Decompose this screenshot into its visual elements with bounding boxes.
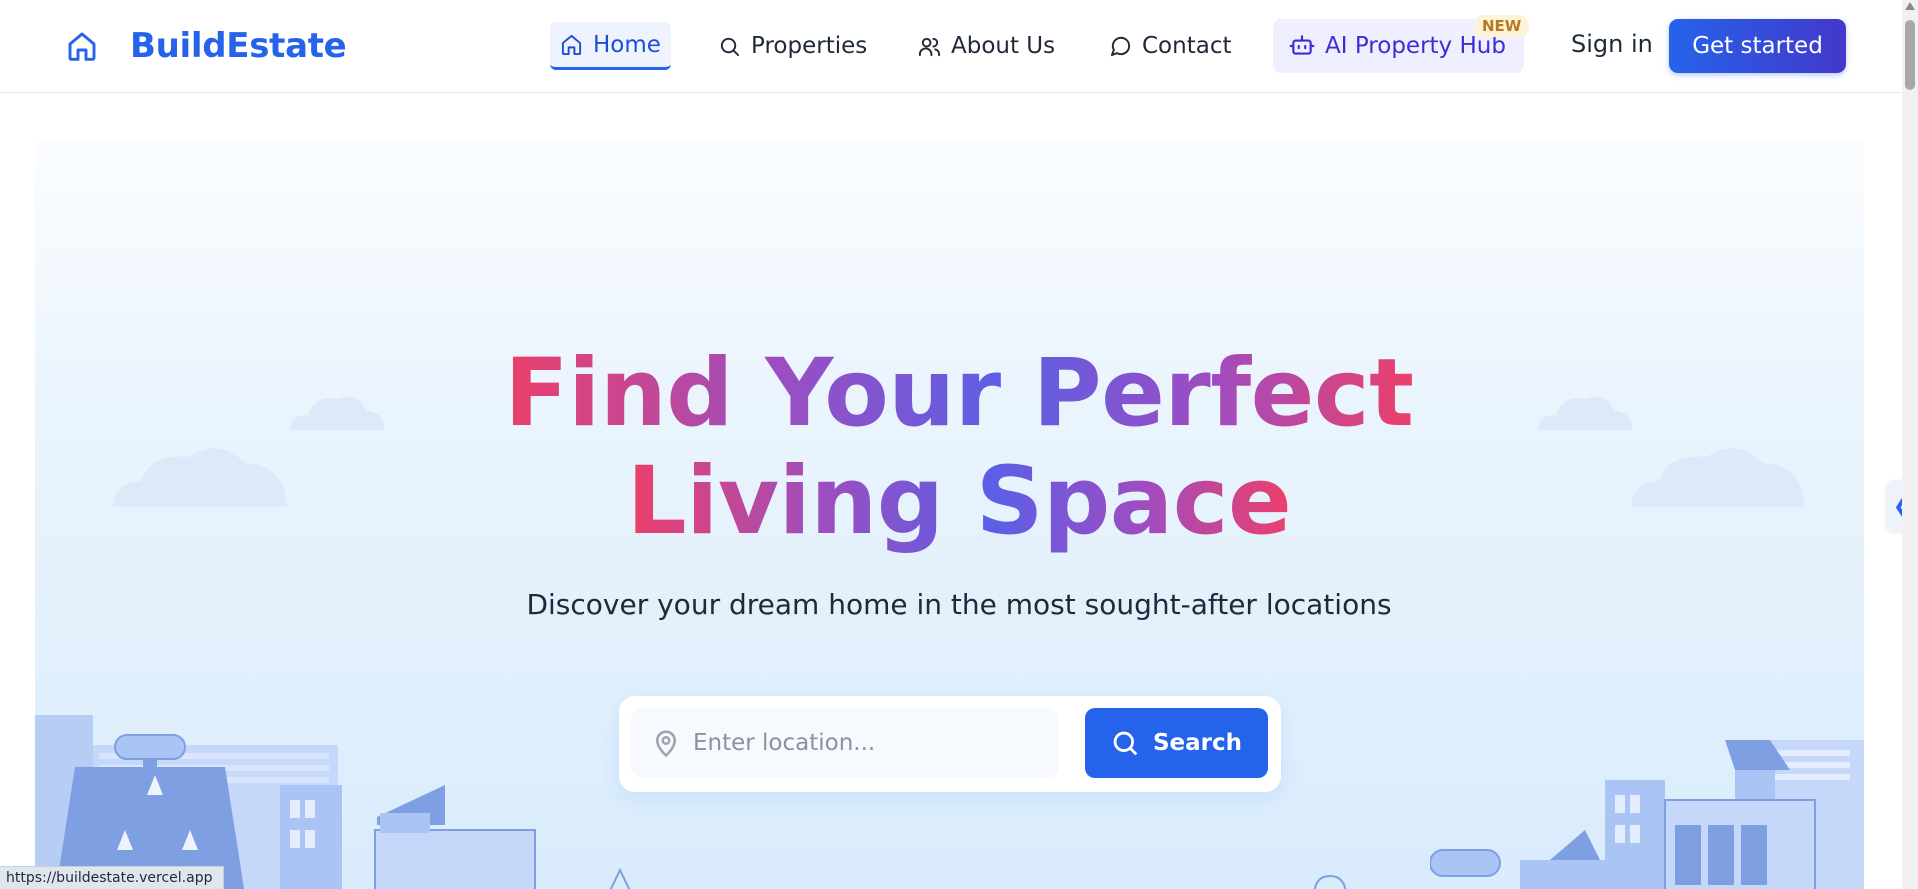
city-buildings-right-illustration — [1430, 740, 1864, 889]
search-button-label: Search — [1152, 730, 1243, 756]
hero-headline-text: Find Your Perfect — [504, 339, 1414, 448]
scroll-up-arrow-icon[interactable] — [1905, 2, 1915, 10]
new-badge: NEW — [1474, 15, 1530, 37]
tree-illustration — [609, 868, 631, 889]
hero-subtitle: Discover your dream home in the most sou… — [526, 588, 1392, 621]
nav-home-link[interactable]: Home — [550, 22, 671, 70]
hero-headline-line2: Living Space — [0, 448, 1918, 556]
search-icon — [1113, 731, 1137, 755]
nav-contact-link[interactable]: Contact — [1099, 22, 1241, 70]
map-pin-icon — [655, 730, 677, 758]
nav-properties-link[interactable]: Properties — [708, 22, 877, 70]
robot-icon — [1289, 35, 1315, 55]
hero-headline-text: Living Space — [626, 447, 1292, 556]
hero-headline-line1: Find Your Perfect — [0, 340, 1918, 448]
status-bar-url: https://buildestate.vercel.app — [0, 866, 224, 889]
location-input-wrapper[interactable] — [631, 708, 1059, 778]
nav-contact-label: Contact — [1142, 33, 1232, 59]
nav-about-link[interactable]: About Us — [908, 22, 1065, 70]
chat-bubble-icon — [1110, 36, 1131, 56]
city-buildings-left-illustration — [35, 715, 536, 889]
tree-illustration — [1313, 874, 1347, 889]
get-started-button[interactable]: Get started — [1669, 19, 1846, 73]
sign-in-link[interactable]: Sign in — [1571, 30, 1653, 58]
brand-name[interactable]: BuildEstate — [130, 26, 347, 66]
search-icon — [720, 37, 740, 56]
vertical-scrollbar[interactable] — [1902, 0, 1918, 889]
top-navbar: BuildEstate Home Properties About Us Con… — [0, 0, 1902, 93]
home-logo-icon[interactable] — [66, 30, 98, 62]
location-search-box: Search — [619, 696, 1281, 792]
search-button[interactable]: Search — [1085, 708, 1268, 778]
nav-home-label: Home — [593, 31, 661, 58]
nav-properties-label: Properties — [751, 33, 868, 59]
scrollbar-thumb[interactable] — [1905, 20, 1915, 90]
users-icon — [918, 37, 941, 56]
nav-about-label: About Us — [951, 33, 1056, 59]
nav-ai-hub-label: AI Property Hub — [1325, 33, 1506, 59]
location-input[interactable] — [693, 730, 1043, 756]
home-icon — [561, 34, 582, 56]
